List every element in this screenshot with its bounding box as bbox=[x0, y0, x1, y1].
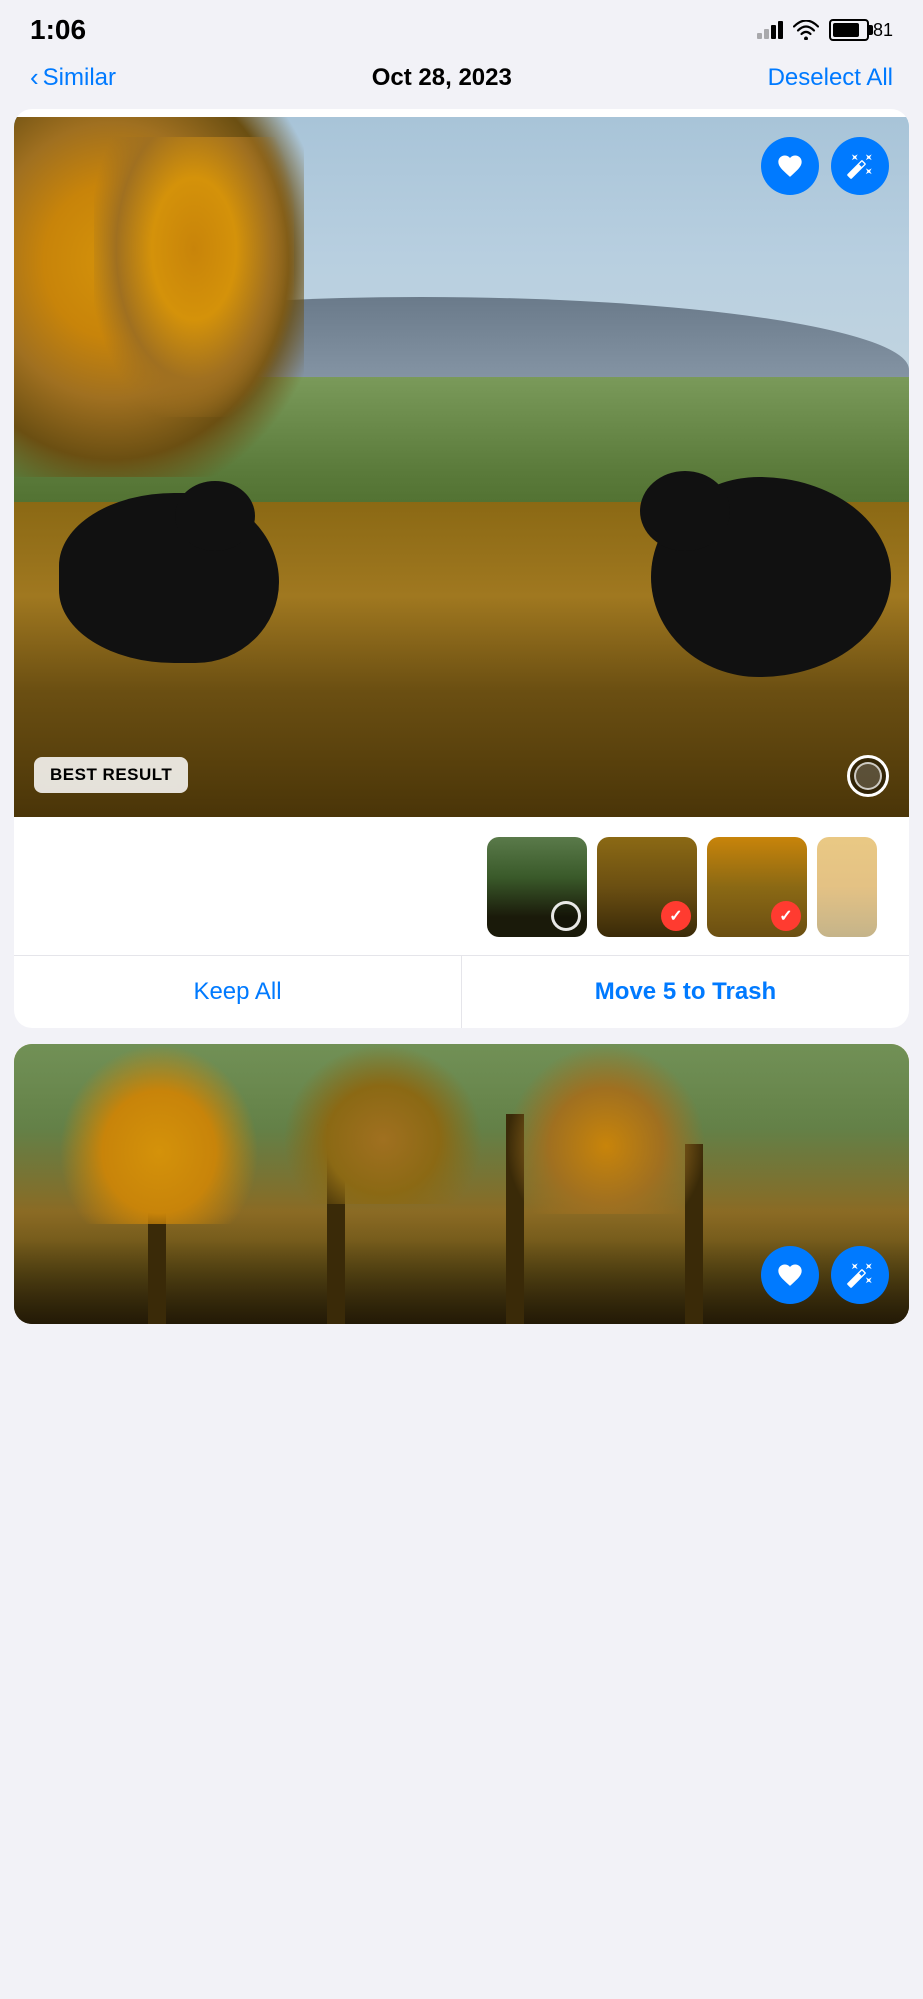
best-result-badge: BEST RESULT bbox=[34, 757, 188, 793]
thumb-image-4 bbox=[817, 837, 877, 937]
thumb-selection-3[interactable] bbox=[771, 901, 801, 931]
heart-icon bbox=[776, 152, 804, 180]
photo-action-buttons bbox=[761, 137, 889, 195]
thumbnail-2[interactable] bbox=[597, 837, 697, 937]
status-icons: 81 bbox=[757, 19, 893, 41]
main-card: BEST RESULT bbox=[14, 109, 909, 1028]
thumb-selection-2[interactable] bbox=[661, 901, 691, 931]
tree-canopy-center bbox=[94, 137, 294, 417]
move-to-trash-button[interactable]: Move 5 to Trash bbox=[462, 956, 909, 1028]
selection-circle-main[interactable] bbox=[847, 755, 889, 797]
thumbnail-4[interactable] bbox=[817, 837, 877, 937]
magic-wand-button[interactable] bbox=[831, 137, 889, 195]
keep-all-button[interactable]: Keep All bbox=[14, 956, 462, 1028]
partial-card-actions bbox=[761, 1246, 889, 1304]
partial-magic-button[interactable] bbox=[831, 1246, 889, 1304]
photo-container: BEST RESULT bbox=[14, 109, 909, 1028]
status-bar: 1:06 81 bbox=[0, 0, 923, 54]
nav-bar: ‹ Similar Oct 28, 2023 Deselect All bbox=[0, 54, 923, 109]
thumbnail-3[interactable] bbox=[707, 837, 807, 937]
battery-icon: 81 bbox=[829, 19, 893, 41]
thumbnails-scroll bbox=[487, 837, 877, 937]
thumb-selection-1[interactable] bbox=[551, 901, 581, 931]
signal-icon bbox=[757, 21, 783, 39]
magic-wand-icon-partial bbox=[846, 1261, 874, 1289]
partial-canopy-2 bbox=[283, 1044, 483, 1204]
magic-wand-icon bbox=[846, 152, 874, 180]
status-time: 1:06 bbox=[30, 14, 86, 46]
thumbnail-1[interactable] bbox=[487, 837, 587, 937]
dog-head-right bbox=[640, 471, 730, 551]
back-label: Similar bbox=[43, 64, 116, 92]
nav-title: Oct 28, 2023 bbox=[372, 64, 512, 92]
main-photo: BEST RESULT bbox=[14, 117, 909, 817]
back-button[interactable]: ‹ Similar bbox=[30, 62, 116, 93]
heart-button[interactable] bbox=[761, 137, 819, 195]
thumbnails-section bbox=[14, 817, 909, 945]
heart-icon-partial bbox=[776, 1261, 804, 1289]
wifi-icon bbox=[793, 20, 819, 40]
partial-heart-button[interactable] bbox=[761, 1246, 819, 1304]
dog-head-left bbox=[175, 481, 255, 551]
selection-circle-inner bbox=[854, 762, 882, 790]
deselect-all-button[interactable]: Deselect All bbox=[768, 64, 893, 92]
partial-photo bbox=[14, 1044, 909, 1324]
action-row: Keep All Move 5 to Trash bbox=[14, 955, 909, 1028]
chevron-left-icon: ‹ bbox=[30, 62, 39, 93]
second-card bbox=[14, 1044, 909, 1324]
partial-canopy-3 bbox=[506, 1044, 706, 1214]
partial-canopy-1 bbox=[59, 1044, 259, 1224]
